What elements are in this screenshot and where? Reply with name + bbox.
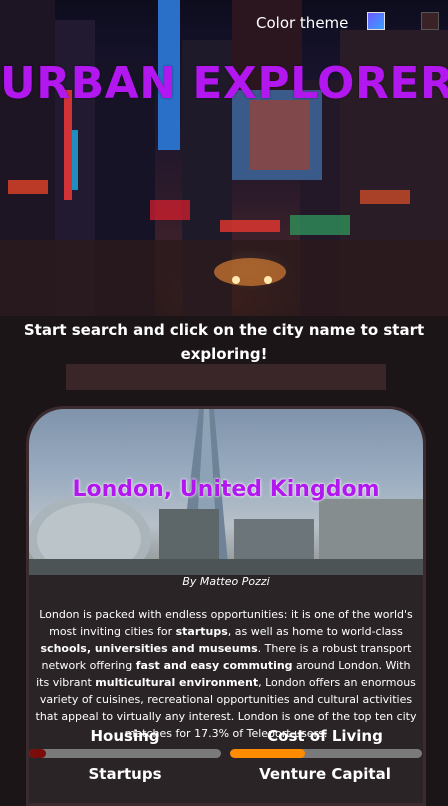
score-bar-cost-of-living [230,749,422,758]
city-image: London, United Kingdom [29,409,423,575]
color-theme-swatch-secondary[interactable] [421,12,439,30]
color-theme-label: Color theme [256,14,349,32]
summary-text: , as well as home to world-class [227,625,403,638]
score-bar-fill-cost-of-living [230,749,305,758]
city-summary: London is packed with endless opportunit… [35,606,417,742]
score-label-cost-of-living: Cost of Living [267,727,383,745]
hero-banner: Color theme URBAN EXPLORER [0,0,448,316]
search-prompt: Start search and click on the city name … [23,321,425,363]
city-author: By Matteo Pozzi [182,575,270,588]
city-search-input[interactable] [66,364,386,390]
color-theme-control: Color theme [256,12,348,34]
score-label-venture-capital: Venture Capital [259,765,391,783]
score-bar-housing [29,749,221,758]
city-card: London, United Kingdom By Matteo Pozzi L… [26,406,426,806]
summary-highlight: startups [175,625,228,638]
score-label-housing: Housing [90,727,160,745]
score-label-startups: Startups [88,765,162,783]
city-name-link[interactable]: London, United Kingdom [29,477,423,502]
summary-highlight: fast and easy commuting [135,659,293,672]
color-theme-swatch-primary[interactable] [367,12,385,30]
score-bar-fill-housing [29,749,47,758]
summary-highlight: multicultural environment [95,676,259,689]
app-title: URBAN EXPLORER [0,58,448,109]
summary-highlight: schools, universities and museums [40,642,258,655]
city-night-image [0,0,448,316]
